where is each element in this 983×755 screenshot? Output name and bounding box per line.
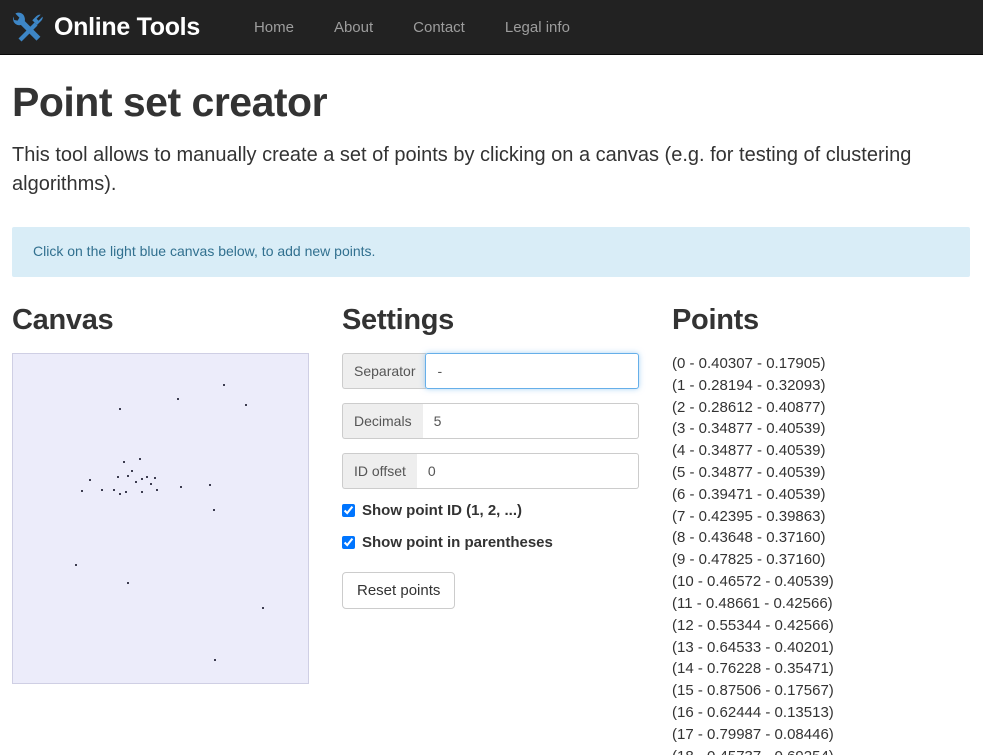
point-line: (11 - 0.48661 - 0.42566): [672, 594, 833, 612]
canvas-point: [139, 457, 141, 460]
canvas-point: [141, 477, 143, 480]
point-line: (7 - 0.42395 - 0.39863): [672, 507, 826, 525]
show-point-id-checkbox[interactable]: [342, 503, 355, 517]
canvas-point: [75, 563, 77, 566]
canvas-point: [180, 485, 182, 488]
show-parentheses-checkbox[interactable]: [342, 535, 355, 549]
points-list: (0 - 0.40307 - 0.17905) (1 - 0.28194 - 0.…: [672, 353, 972, 755]
canvas-point: [131, 469, 133, 472]
info-alert-text: Click on the light blue canvas below, to…: [33, 243, 376, 260]
canvas-point: [135, 480, 137, 483]
settings-column: Settings Separator Decimals ID offset Sh…: [342, 304, 672, 755]
page-description: This tool allows to manually create a se…: [12, 144, 912, 196]
point-line: (15 - 0.87506 - 0.17567): [672, 682, 834, 700]
point-line: (18 - 0.45737 - 0.69254): [672, 746, 972, 755]
tools-crossed-icon: [12, 10, 46, 44]
canvas-point: [81, 489, 83, 492]
point-line: (0 - 0.40307 - 0.17905): [672, 354, 826, 372]
canvas-point: [125, 490, 127, 493]
point-line: (2 - 0.28612 - 0.40877): [672, 398, 826, 416]
info-alert: Click on the light blue canvas below, to…: [12, 227, 970, 278]
show-point-id-label: Show point ID (1, 2, ...): [362, 501, 522, 519]
points-column: Points (0 - 0.40307 - 0.17905) (1 - 0.281…: [672, 304, 972, 755]
canvas-point: [119, 407, 121, 410]
point-line: (14 - 0.76228 - 0.35471): [672, 660, 834, 678]
brand-title: Online Tools: [54, 12, 200, 41]
point-line: (8 - 0.43648 - 0.37160): [672, 529, 826, 547]
canvas-point: [113, 488, 115, 491]
canvas-point: [262, 606, 264, 609]
canvas-point: [123, 460, 125, 463]
point-line: (1 - 0.28194 - 0.32093): [672, 376, 826, 394]
canvas-column: Canvas: [12, 304, 342, 755]
nav-link-legal-info[interactable]: Legal info: [485, 0, 590, 55]
nav-link-contact[interactable]: Contact: [393, 0, 485, 55]
canvas-point: [150, 482, 152, 485]
point-line: (16 - 0.62444 - 0.13513): [672, 703, 834, 721]
canvas-point: [209, 483, 211, 486]
canvas-point: [156, 488, 158, 491]
canvas-point: [127, 581, 129, 584]
id-offset-label: ID offset: [342, 452, 417, 489]
main-navigation: Home About Contact Legal info: [234, 0, 590, 55]
canvas-point: [223, 383, 225, 386]
id-offset-input[interactable]: [416, 452, 639, 489]
brand-logo-link[interactable]: Online Tools: [12, 10, 200, 44]
decimals-input-group: Decimals: [342, 402, 639, 439]
canvas-point: [127, 474, 129, 477]
page-container: Point set creator This tool allows to ma…: [0, 79, 983, 755]
canvas-heading: Canvas: [12, 304, 114, 337]
point-line: (12 - 0.55344 - 0.42566): [672, 616, 834, 634]
nav-link-about[interactable]: About: [314, 0, 393, 55]
canvas-point: [177, 397, 179, 400]
reset-points-button[interactable]: Reset points: [342, 571, 456, 610]
point-line: (17 - 0.79987 - 0.08446): [672, 725, 834, 743]
decimals-label: Decimals: [342, 402, 423, 439]
point-line: (6 - 0.39471 - 0.40539): [672, 485, 826, 503]
separator-input-group: Separator: [342, 352, 639, 389]
nav-link-home[interactable]: Home: [234, 0, 314, 55]
canvas-point: [146, 475, 148, 478]
canvas-point: [89, 478, 91, 481]
separator-label: Separator: [342, 352, 427, 389]
navbar: Online Tools Home About Contact Legal in…: [0, 0, 983, 55]
point-line: (3 - 0.34877 - 0.40539): [672, 420, 826, 438]
point-line: (4 - 0.34877 - 0.40539): [672, 442, 826, 460]
content-row: Canvas Settings Separator Decimals ID of…: [12, 304, 972, 755]
point-line: (5 - 0.34877 - 0.40539): [672, 464, 826, 482]
show-parentheses-row[interactable]: Show point in parentheses: [342, 535, 672, 550]
canvas-point: [117, 475, 119, 478]
canvas-point: [141, 490, 143, 493]
page-title: Point set creator: [12, 79, 328, 125]
canvas-point: [119, 492, 121, 495]
point-line: (10 - 0.46572 - 0.40539): [672, 573, 834, 591]
canvas-point: [213, 508, 215, 511]
separator-input[interactable]: [425, 352, 639, 389]
points-heading: Points: [672, 304, 759, 337]
show-point-id-row[interactable]: Show point ID (1, 2, ...): [342, 503, 672, 518]
point-line: (9 - 0.47825 - 0.37160): [672, 551, 826, 569]
canvas-point: [154, 476, 156, 479]
canvas-point: [245, 403, 247, 406]
decimals-input[interactable]: [422, 402, 639, 439]
show-parentheses-label: Show point in parentheses: [362, 533, 553, 551]
id-offset-input-group: ID offset: [342, 452, 639, 489]
canvas-point: [101, 488, 103, 491]
point-line: (13 - 0.64533 - 0.40201): [672, 638, 834, 656]
settings-heading: Settings: [342, 304, 454, 337]
canvas-point: [214, 658, 216, 661]
point-canvas[interactable]: [12, 352, 309, 684]
